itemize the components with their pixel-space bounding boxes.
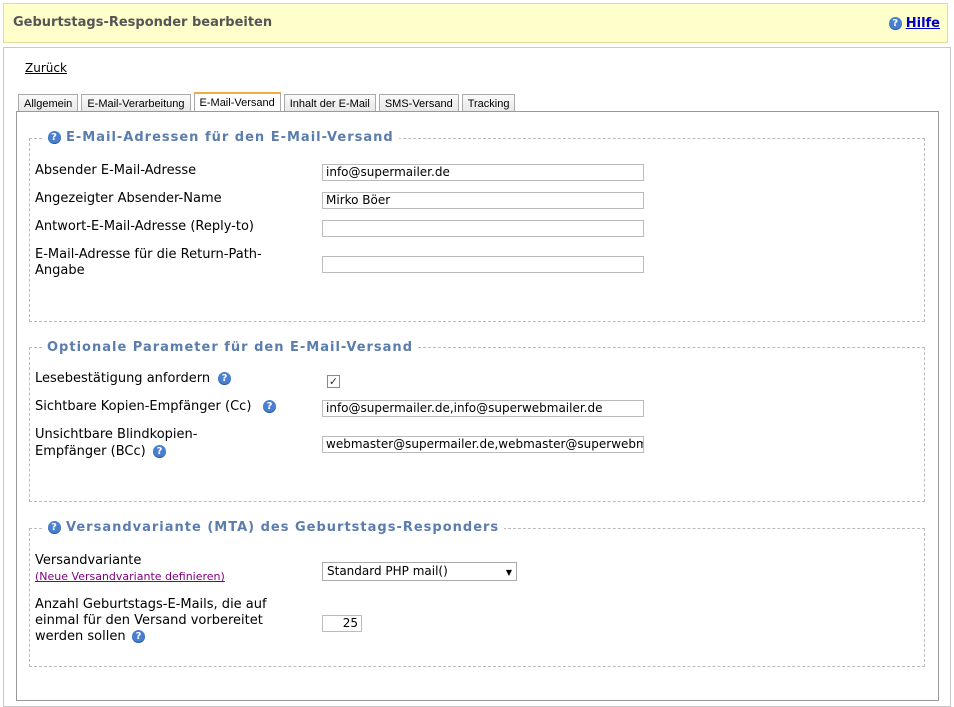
sender-name-input[interactable]: Mirko Böer — [322, 192, 644, 209]
count-input[interactable]: 25 — [322, 615, 362, 632]
return-path-label-line1: E-Mail-Adresse für die Return-Path- — [35, 247, 262, 262]
cc-input[interactable]: info@supermailer.de,info@superwebmailer.… — [322, 400, 644, 417]
bcc-label-line1: Unsichtbare Blindkopien- — [35, 427, 198, 442]
section1-legend: ? E-Mail-Adressen für den E-Mail-Versand — [43, 130, 399, 145]
read-receipt-label: Lesebestätigung anfordern — [35, 371, 211, 386]
help-icon[interactable]: ? — [153, 445, 166, 458]
help-icon[interactable]: ? — [132, 630, 145, 643]
page-header: Geburtstags-Responder bearbeiten ? Hilfe — [3, 3, 948, 43]
reply-to-label: Antwort-E-Mail-Adresse (Reply-to) — [35, 219, 254, 234]
help-area[interactable]: ? Hilfe — [888, 16, 940, 31]
section1-legend-text: E-Mail-Adressen für den E-Mail-Versand — [66, 130, 394, 145]
count-label-line3: werden sollen — [35, 629, 126, 644]
bcc-input[interactable]: webmaster@supermailer.de,webmaster@super… — [322, 436, 644, 453]
sender-email-input[interactable]: info@supermailer.de — [322, 164, 644, 181]
page-title: Geburtstags-Responder bearbeiten — [13, 15, 273, 30]
help-icon[interactable]: ? — [888, 17, 902, 30]
reply-to-input[interactable] — [322, 220, 644, 237]
count-label-line1: Anzahl Geburtstags-E-Mails, die auf — [35, 597, 267, 612]
help-icon[interactable]: ? — [263, 400, 276, 413]
return-path-label-line2: Angabe — [35, 263, 85, 278]
help-icon[interactable]: ? — [48, 521, 61, 534]
section2-legend: Optionale Parameter für den E-Mail-Versa… — [42, 340, 418, 355]
help-icon[interactable]: ? — [48, 131, 61, 144]
read-receipt-checkbox[interactable]: ✓ — [327, 375, 340, 388]
count-label-line2: einmal für den Versand vorbereitet — [35, 613, 263, 628]
chevron-down-icon: ▼ — [505, 568, 512, 577]
section3-legend: ? Versandvariante (MTA) des Geburtstags-… — [43, 520, 505, 535]
mta-label: Versandvariante — [35, 553, 142, 568]
mta-select-value: Standard PHP mail() — [327, 564, 448, 578]
bcc-label-line2: Empfänger (BCc) — [35, 444, 146, 459]
help-icon[interactable]: ? — [218, 372, 231, 385]
sender-name-label: Angezeigter Absender-Name — [35, 191, 222, 206]
mta-select[interactable]: Standard PHP mail() ▼ — [322, 562, 517, 581]
back-link[interactable]: Zurück — [25, 61, 67, 75]
sender-email-label: Absender E-Mail-Adresse — [35, 163, 197, 178]
return-path-input[interactable] — [322, 256, 644, 273]
section2-legend-text: Optionale Parameter für den E-Mail-Versa… — [47, 340, 413, 355]
new-mta-link[interactable]: (Neue Versandvariante definieren) — [35, 570, 225, 583]
section3-legend-text: Versandvariante (MTA) des Geburtstags-Re… — [66, 520, 500, 535]
cc-label: Sichtbare Kopien-Empfänger (Cc) — [35, 399, 252, 414]
help-link[interactable]: Hilfe — [906, 16, 940, 31]
